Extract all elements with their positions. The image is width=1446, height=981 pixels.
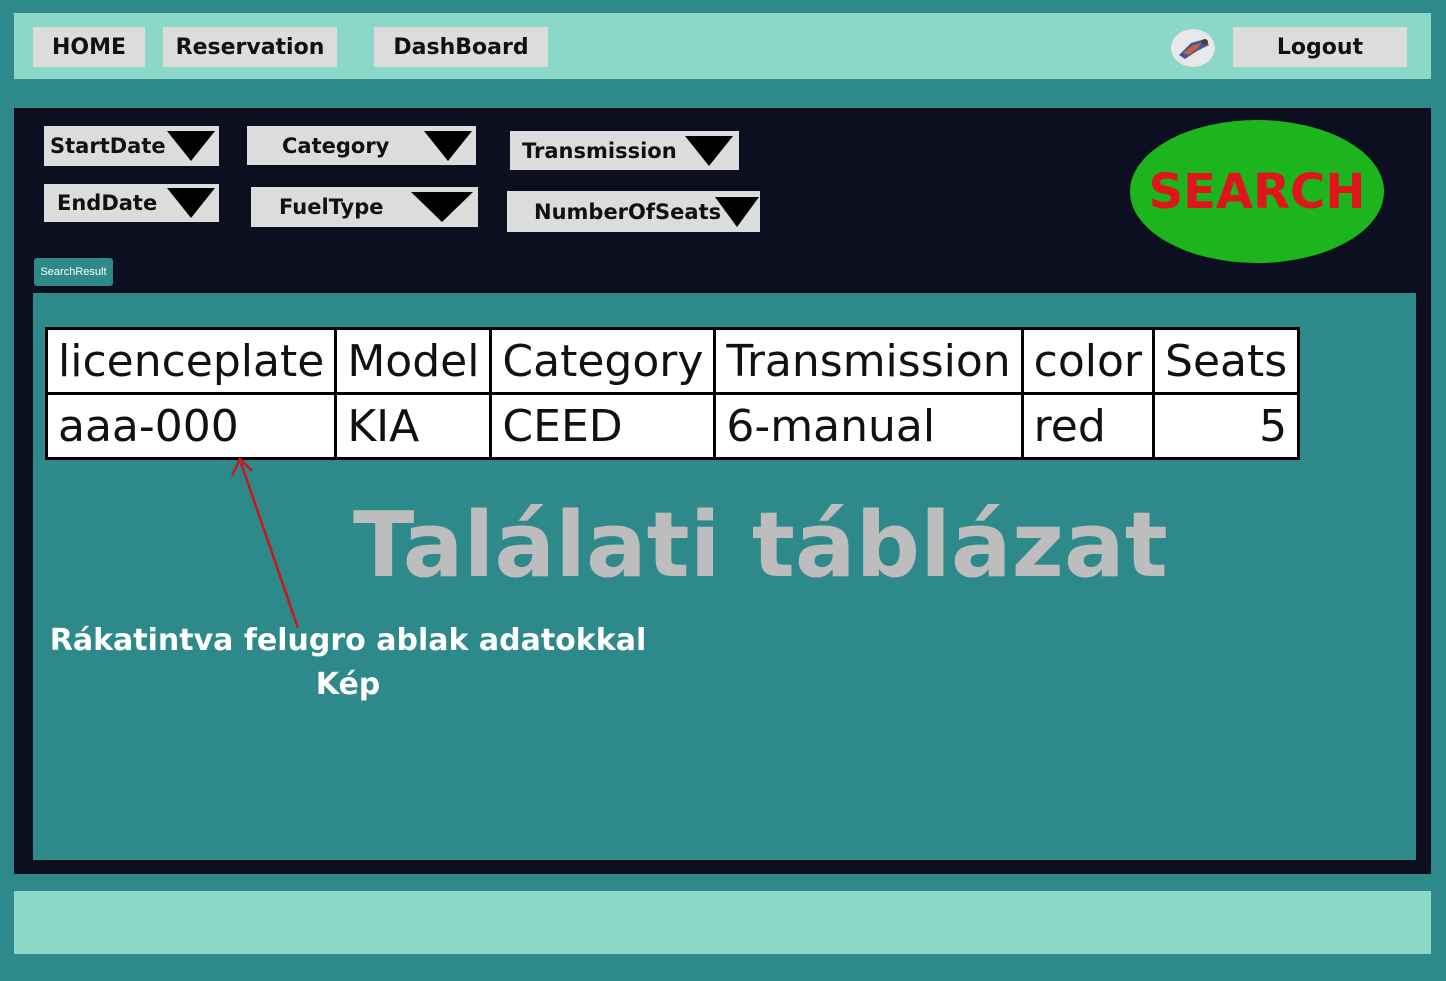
column-header-color: color bbox=[1020, 327, 1156, 395]
search-result-tab[interactable]: SearchResult bbox=[34, 258, 113, 286]
transmission-dropdown[interactable]: Transmission bbox=[510, 131, 739, 170]
triangle-down-icon bbox=[685, 135, 733, 166]
results-table-watermark: Találati táblázat bbox=[353, 493, 1168, 598]
triangle-down-icon bbox=[167, 131, 215, 161]
user-avatar[interactable] bbox=[1171, 29, 1215, 67]
cell-licenceplate[interactable]: aaa-000 bbox=[44, 392, 338, 460]
annotation-note: Rákatintva felugro ablak adatokkal Kép bbox=[43, 619, 653, 707]
result-table: licenceplate Model Category Transmission… bbox=[44, 327, 1301, 460]
column-header-category: Category bbox=[489, 327, 717, 395]
footer-bar bbox=[14, 891, 1431, 954]
logout-button[interactable]: Logout bbox=[1233, 27, 1407, 67]
start-date-dropdown[interactable]: StartDate bbox=[44, 126, 219, 166]
search-result-panel: licenceplate Model Category Transmission… bbox=[33, 293, 1416, 860]
home-button[interactable]: HOME bbox=[33, 27, 145, 67]
triangle-down-icon bbox=[715, 196, 759, 227]
category-dropdown[interactable]: Category bbox=[247, 126, 476, 165]
category-label: Category bbox=[282, 133, 390, 158]
table-row[interactable]: aaa-000 KIA CEED 6-manual red 5 bbox=[44, 392, 1301, 460]
transmission-label: Transmission bbox=[522, 138, 677, 163]
fuel-type-dropdown[interactable]: FuelType bbox=[251, 187, 478, 227]
cell-category[interactable]: CEED bbox=[489, 392, 717, 460]
cell-transmission[interactable]: 6-manual bbox=[713, 392, 1024, 460]
fuel-type-label: FuelType bbox=[279, 195, 384, 219]
table-header-row: licenceplate Model Category Transmission… bbox=[44, 327, 1301, 395]
top-nav-bar: HOME Reservation DashBoard Logout bbox=[14, 13, 1431, 79]
cell-seats[interactable]: 5 bbox=[1152, 392, 1301, 460]
column-header-seats: Seats bbox=[1152, 327, 1301, 395]
end-date-dropdown[interactable]: EndDate bbox=[44, 184, 219, 222]
main-section: StartDate EndDate Category FuelType Tran… bbox=[14, 108, 1431, 874]
search-button[interactable]: SEARCH bbox=[1130, 120, 1384, 263]
column-header-model: Model bbox=[334, 327, 493, 395]
end-date-label: EndDate bbox=[57, 191, 158, 215]
cell-model[interactable]: KIA bbox=[334, 392, 493, 460]
triangle-down-icon bbox=[424, 130, 472, 161]
avatar-icon bbox=[1172, 30, 1214, 66]
annotation-note-line1: Rákatintva felugro ablak adatokkal bbox=[49, 623, 647, 658]
column-header-transmission: Transmission bbox=[713, 327, 1024, 395]
dashboard-button[interactable]: DashBoard bbox=[374, 27, 548, 67]
number-of-seats-label: NumberOfSeats bbox=[534, 199, 722, 224]
reservation-button[interactable]: Reservation bbox=[163, 27, 337, 67]
triangle-down-icon bbox=[411, 192, 473, 222]
triangle-down-icon bbox=[167, 188, 215, 218]
column-header-licenceplate: licenceplate bbox=[44, 327, 338, 395]
number-of-seats-dropdown[interactable]: NumberOfSeats bbox=[507, 191, 760, 232]
cell-color[interactable]: red bbox=[1020, 392, 1156, 460]
annotation-note-line2: Kép bbox=[315, 667, 381, 702]
start-date-label: StartDate bbox=[50, 134, 166, 158]
